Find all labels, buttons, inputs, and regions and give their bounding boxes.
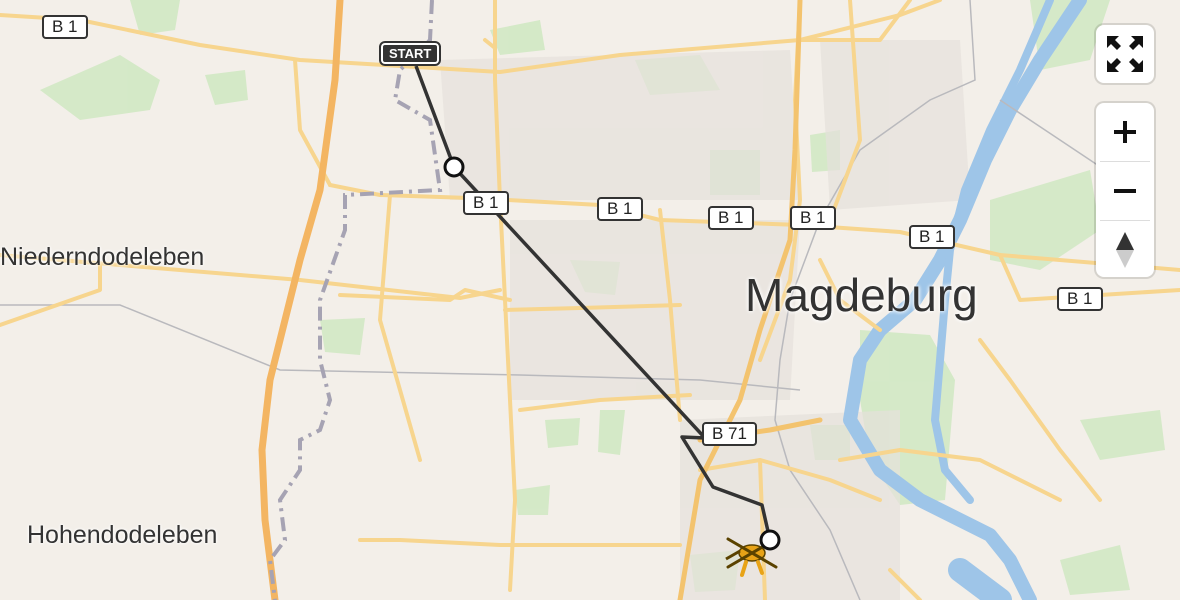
road-label-b71: B 71: [702, 422, 757, 446]
fullscreen-button[interactable]: [1096, 25, 1154, 83]
route-line: [414, 65, 772, 541]
compass-button[interactable]: [1096, 221, 1154, 279]
compass-north-icon: [1116, 232, 1134, 268]
map-canvas[interactable]: B 1 B 1 B 1 B 1 B 1 B 1 B 1 B 71 START N…: [0, 0, 1180, 600]
waypoint-marker: [443, 156, 465, 178]
road-label-b1: B 1: [790, 206, 836, 230]
minus-icon: [1114, 189, 1136, 193]
road-label-b1: B 1: [42, 15, 88, 39]
road-label-b1: B 1: [909, 225, 955, 249]
road-label-b1: B 1: [1057, 287, 1103, 311]
zoom-out-button[interactable]: [1096, 162, 1154, 220]
route-layer: [414, 65, 781, 577]
plus-icon: [1114, 121, 1136, 143]
destination-marker: [759, 529, 781, 551]
route-start-label: START: [378, 41, 442, 66]
place-label-hohendodeleben: Hohendodeleben: [27, 521, 218, 549]
fullscreen-control: [1096, 25, 1154, 83]
fullscreen-icon: [1107, 36, 1143, 72]
place-label-niederndodeleben: Niederndodeleben: [0, 243, 205, 271]
road-label-b1: B 1: [597, 197, 643, 221]
city-label-magdeburg: Magdeburg: [745, 269, 978, 321]
road-label-b1: B 1: [463, 191, 509, 215]
road-label-b1: B 1: [708, 206, 754, 230]
zoom-control: [1096, 103, 1154, 277]
zoom-in-button[interactable]: [1096, 103, 1154, 161]
